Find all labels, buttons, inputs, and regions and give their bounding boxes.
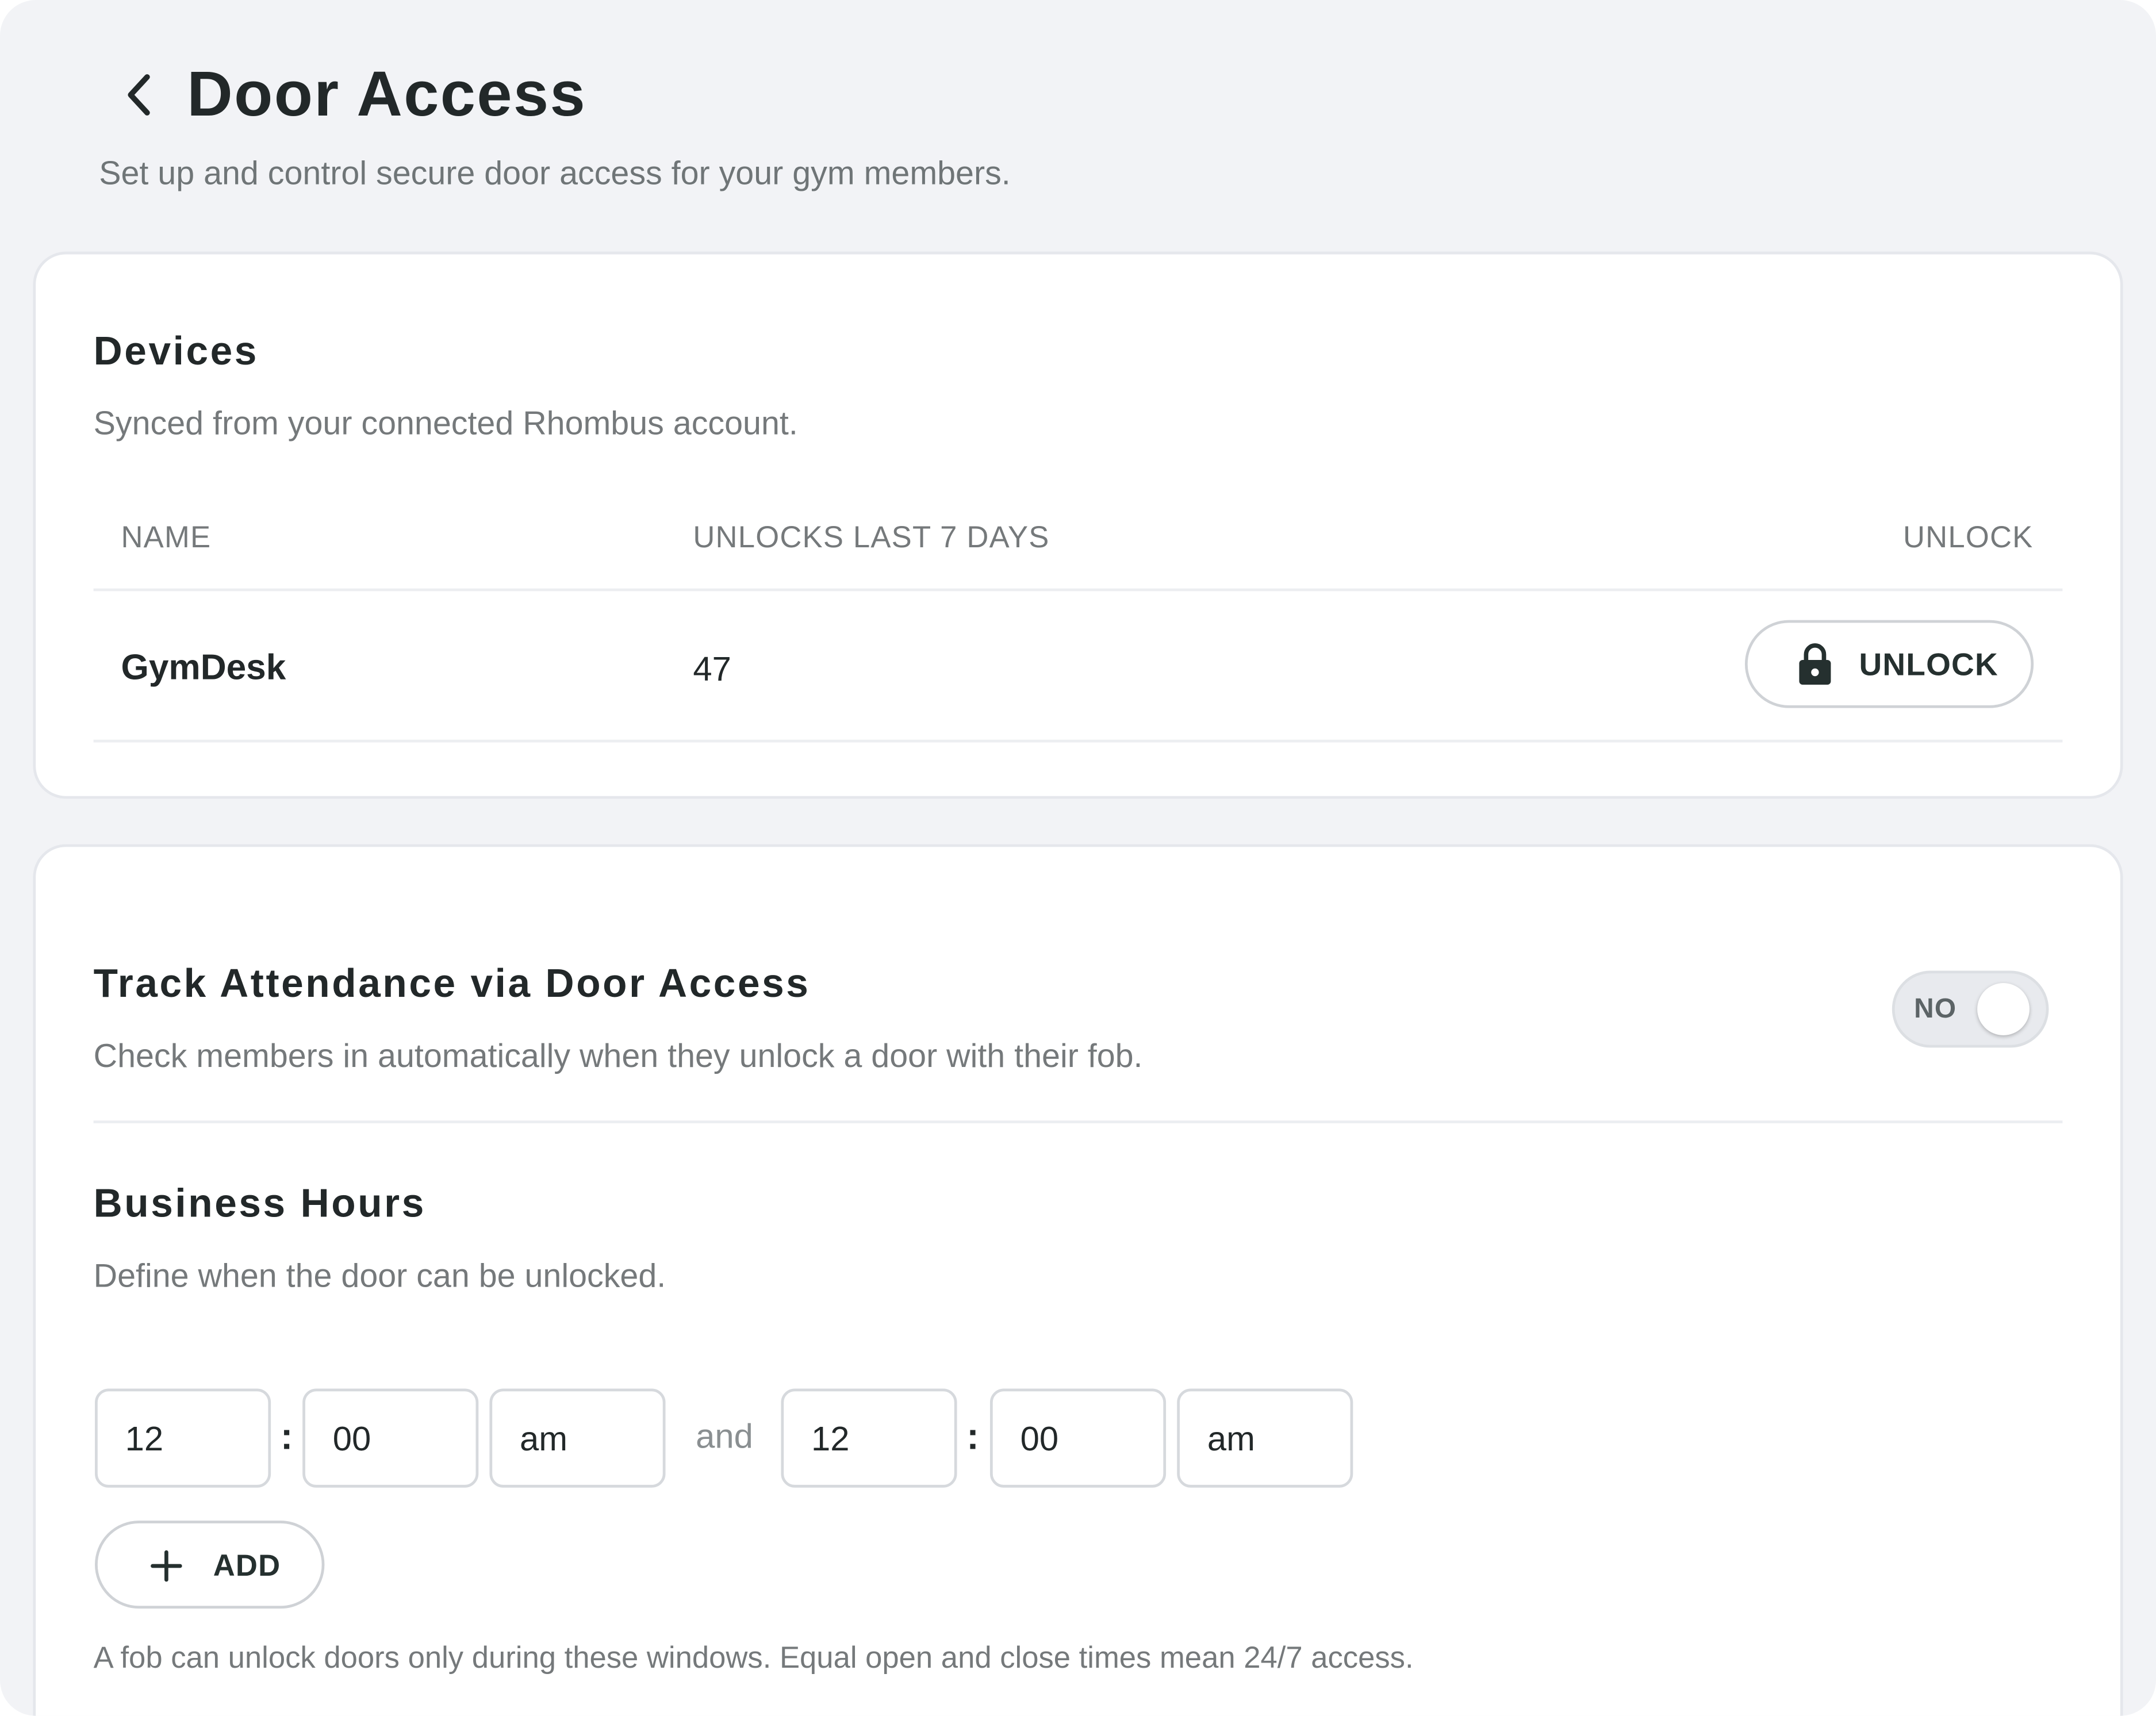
attendance-title: Track Attendance via Door Access <box>93 962 811 1007</box>
open-hour-value: 12 <box>125 1420 164 1459</box>
door-access-page: Door Access Set up and control secure do… <box>0 0 2156 1716</box>
close-minute-value: 00 <box>1020 1420 1059 1459</box>
devices-card: Devices Synced from your connected Rhomb… <box>33 251 2123 799</box>
toggle-knob <box>1977 982 2030 1035</box>
add-hours-button[interactable]: ADD <box>95 1521 325 1609</box>
business-hours-description: Define when the door can be unlocked. <box>93 1258 666 1295</box>
add-button-label: ADD <box>213 1548 281 1583</box>
section-divider <box>93 1120 2063 1123</box>
unlock-button[interactable]: UNLOCK <box>1744 620 2034 708</box>
page-title: Door Access <box>187 57 587 129</box>
close-hour-input[interactable]: 12 <box>781 1388 957 1488</box>
open-minute-input[interactable]: 00 <box>302 1388 479 1488</box>
devices-title: Devices <box>93 329 259 374</box>
open-period-value: am <box>520 1420 568 1459</box>
open-hour-input[interactable]: 12 <box>95 1388 271 1488</box>
lock-icon <box>1799 643 1831 685</box>
plus-icon <box>151 1550 182 1582</box>
attendance-description: Check members in automatically when they… <box>93 1038 1143 1076</box>
time-separator: : <box>966 1416 979 1458</box>
chevron-left-icon[interactable] <box>118 69 160 121</box>
table-row-divider <box>93 739 2063 743</box>
open-minute-value: 00 <box>332 1420 371 1459</box>
time-separator: : <box>280 1416 293 1458</box>
close-hour-value: 12 <box>811 1420 850 1459</box>
attendance-toggle[interactable]: NO <box>1892 970 2049 1048</box>
open-period-select[interactable]: am <box>489 1388 666 1488</box>
column-header-unlock: UNLOCK <box>1902 520 2034 554</box>
column-header-unlocks: UNLOCKS LAST 7 DAYS <box>693 520 1050 554</box>
toggle-state-label: NO <box>1914 994 1957 1024</box>
column-header-name: NAME <box>121 520 212 554</box>
close-period-value: am <box>1207 1420 1255 1459</box>
close-minute-input[interactable]: 00 <box>989 1388 1167 1488</box>
business-hours-title: Business Hours <box>93 1182 426 1227</box>
device-name: GymDesk <box>121 646 286 688</box>
and-label: and <box>696 1417 753 1456</box>
devices-description: Synced from your connected Rhombus accou… <box>93 405 798 443</box>
table-header-divider <box>93 588 2063 592</box>
page-subtitle: Set up and control secure door access fo… <box>99 155 1011 193</box>
unlock-button-label: UNLOCK <box>1859 646 1998 682</box>
close-period-select[interactable]: am <box>1177 1388 1353 1488</box>
device-unlock-count: 47 <box>693 650 731 689</box>
business-hours-footnote: A fob can unlock doors only during these… <box>93 1640 1414 1675</box>
settings-card: Track Attendance via Door Access Check m… <box>33 844 2123 1716</box>
